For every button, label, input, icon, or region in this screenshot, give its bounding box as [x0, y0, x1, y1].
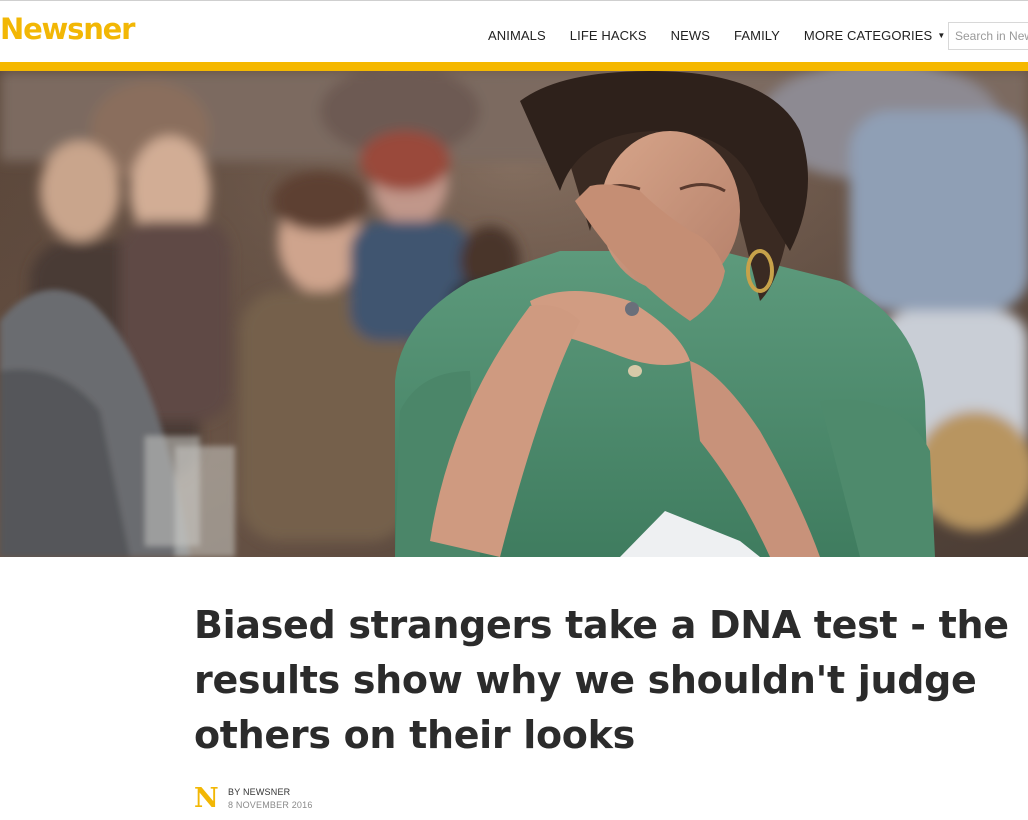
hero-image: [0, 71, 1028, 557]
nav-item-news[interactable]: NEWS: [659, 23, 722, 49]
header-accent-bar: [0, 62, 1028, 71]
site-logo[interactable]: Newsner: [0, 11, 135, 47]
author-name[interactable]: BY NEWSNER: [228, 786, 290, 799]
nav-item-more-categories[interactable]: MORE CATEGORIES ▼: [792, 23, 957, 49]
nav-item-animals[interactable]: ANIMALS: [476, 23, 558, 49]
author-logo-icon: N: [194, 783, 219, 814]
nav-item-more-categories-label: MORE CATEGORIES: [803, 28, 933, 43]
nav-item-life-hacks[interactable]: LIFE HACKS: [558, 23, 659, 49]
site-header: Newsner ANIMALS LIFE HACKS NEWS FAMILY M…: [0, 0, 1028, 62]
article-title: Biased strangers take a DNA test - the r…: [194, 603, 1009, 757]
search-input[interactable]: [948, 22, 1028, 50]
nav-item-family[interactable]: FAMILY: [722, 23, 792, 49]
publish-date: 8 NOVEMBER 2016: [228, 800, 313, 810]
main-nav: ANIMALS LIFE HACKS NEWS FAMILY MORE CATE…: [476, 23, 957, 49]
caret-down-icon: ▼: [937, 31, 946, 40]
